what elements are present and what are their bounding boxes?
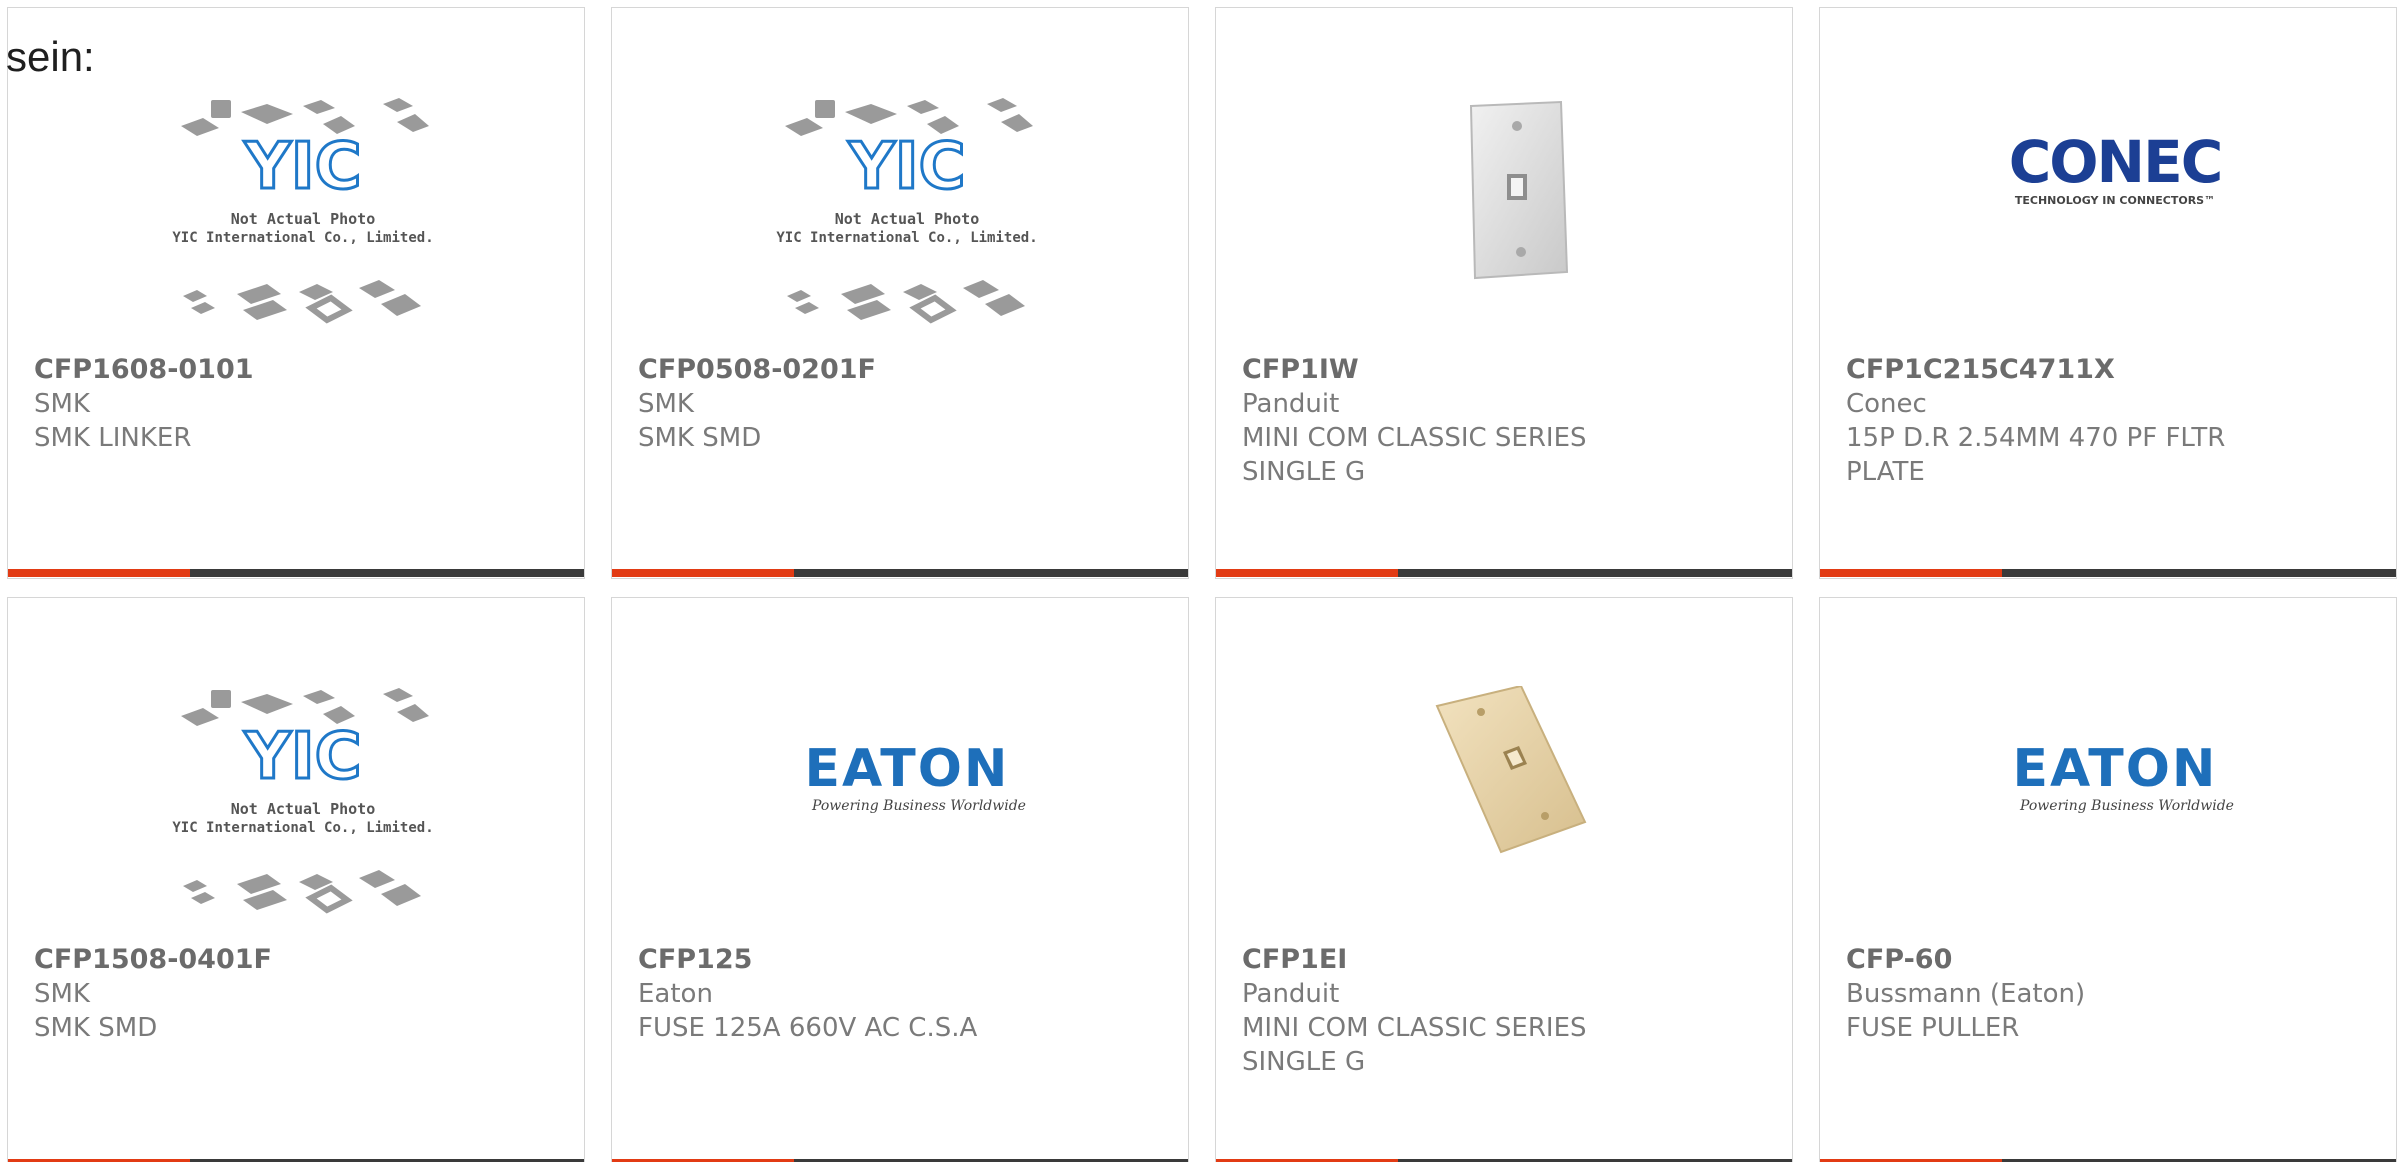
card-accent [8,569,190,577]
conec-logo-image: CONEC TECHNOLOGY IN CONNECTORS™ [2009,128,2224,207]
lead-text: sein: [6,33,95,80]
product-card[interactable]: CONEC TECHNOLOGY IN CONNECTORS™ CFP1C215… [1819,7,2397,579]
product-image[interactable]: YIC Not Actual Photo YIC International C… [767,96,1047,346]
part-number[interactable]: CFP1C215C4711X [1846,353,2370,387]
description: FUSE 125A 660V AC C.S.A [638,1013,978,1043]
card-accent [1216,569,1398,577]
product-image[interactable] [1371,96,1651,346]
product-image[interactable]: YIC Not Actual Photo YIC International C… [163,686,443,936]
product-info: CFP1IW Panduit MINI COM CLASSIC SERIES S… [1242,353,1766,489]
product-card[interactable]: YIC Not Actual Photo YIC International C… [7,597,585,1162]
wall-plate-image [1435,686,1587,854]
yic-logo: YIC [243,720,361,794]
product-image[interactable] [1371,686,1651,936]
product-info: CFP1EI Panduit MINI COM CLASSIC SERIES S… [1242,943,1766,1079]
product-card[interactable]: YIC Not Actual Photo YIC International C… [7,7,585,579]
product-image[interactable]: EATON Powering Business Worldwide [1975,686,2255,936]
eaton-tagline: Powering Business Worldwide [2019,798,2234,814]
description: SMK SMD [34,1013,158,1043]
product-info: CFP1C215C4711X Conec 15P D.R 2.54MM 470 … [1846,353,2370,489]
product-image[interactable]: CONEC TECHNOLOGY IN CONNECTORS™ [1975,96,2255,346]
yic-company-text: YIC International Co., Limited. [172,230,433,246]
product-card[interactable]: CFP1IW Panduit MINI COM CLASSIC SERIES S… [1215,7,1793,579]
eaton-logo: EATON [2013,739,2218,799]
manufacturer: Panduit [1242,389,1340,419]
eaton-tagline: Powering Business Worldwide [811,798,1026,814]
description: SMK SMD [638,423,762,453]
manufacturer: Panduit [1242,979,1340,1009]
product-info: CFP0508-0201F SMK SMK SMD [638,353,1162,455]
yic-logo: YIC [243,130,361,204]
part-number[interactable]: CFP-60 [1846,943,2370,977]
manufacturer: SMK [34,389,90,419]
product-card[interactable]: EATON Powering Business Worldwide CFP-60… [1819,597,2397,1162]
not-actual-photo-text: Not Actual Photo [231,800,376,818]
yic-placeholder-image: YIC Not Actual Photo YIC International C… [776,98,1038,324]
eaton-logo: EATON [805,739,1010,799]
not-actual-photo-text: Not Actual Photo [231,210,376,228]
card-accent [1820,569,2002,577]
eaton-logo-image: EATON Powering Business Worldwide [805,739,1026,814]
product-info: CFP-60 Bussmann (Eaton) FUSE PULLER [1846,943,2370,1045]
manufacturer: Conec [1846,389,1927,419]
yic-company-text: YIC International Co., Limited. [776,230,1037,246]
part-number[interactable]: CFP1EI [1242,943,1766,977]
description: SMK LINKER [34,423,192,453]
product-image[interactable]: YIC Not Actual Photo YIC International C… [163,96,443,346]
manufacturer: Eaton [638,979,713,1009]
part-number[interactable]: CFP125 [638,943,1162,977]
manufacturer: SMK [34,979,90,1009]
description: MINI COM CLASSIC SERIES SINGLE G [1242,423,1587,487]
product-info: CFP125 Eaton FUSE 125A 660V AC C.S.A [638,943,1162,1045]
manufacturer: Bussmann (Eaton) [1846,979,2086,1009]
product-info: CFP1608-0101 SMK SMK LINKER [34,353,558,455]
part-number[interactable]: CFP1608-0101 [34,353,558,387]
description: FUSE PULLER [1846,1013,2020,1043]
product-card[interactable]: CFP1EI Panduit MINI COM CLASSIC SERIES S… [1215,597,1793,1162]
part-number[interactable]: CFP0508-0201F [638,353,1162,387]
eaton-logo-image: EATON Powering Business Worldwide [2013,739,2234,814]
description: MINI COM CLASSIC SERIES SINGLE G [1242,1013,1587,1077]
card-footer-bar [1216,569,1792,577]
yic-logo: YIC [847,130,965,204]
yic-placeholder-image: YIC Not Actual Photo YIC International C… [172,98,434,324]
description: 15P D.R 2.54MM 470 PF FLTR PLATE [1846,423,2226,487]
not-actual-photo-text: Not Actual Photo [835,210,980,228]
product-image[interactable]: EATON Powering Business Worldwide [767,686,1047,936]
card-footer-bar [612,569,1188,577]
part-number[interactable]: CFP1IW [1242,353,1766,387]
part-number[interactable]: CFP1508-0401F [34,943,558,977]
manufacturer: SMK [638,389,694,419]
product-card[interactable]: EATON Powering Business Worldwide CFP125… [611,597,1189,1162]
card-footer-bar [1820,569,2396,577]
product-info: CFP1508-0401F SMK SMK SMD [34,943,558,1045]
conec-logo: CONEC [2009,128,2222,196]
product-card[interactable]: YIC Not Actual Photo YIC International C… [611,7,1189,579]
yic-placeholder-image: YIC Not Actual Photo YIC International C… [172,688,434,914]
yic-company-text: YIC International Co., Limited. [172,820,433,836]
conec-tagline: TECHNOLOGY IN CONNECTORS™ [2015,194,2215,207]
wall-plate-image [1469,100,1569,280]
card-accent [612,569,794,577]
card-footer-bar [8,569,584,577]
